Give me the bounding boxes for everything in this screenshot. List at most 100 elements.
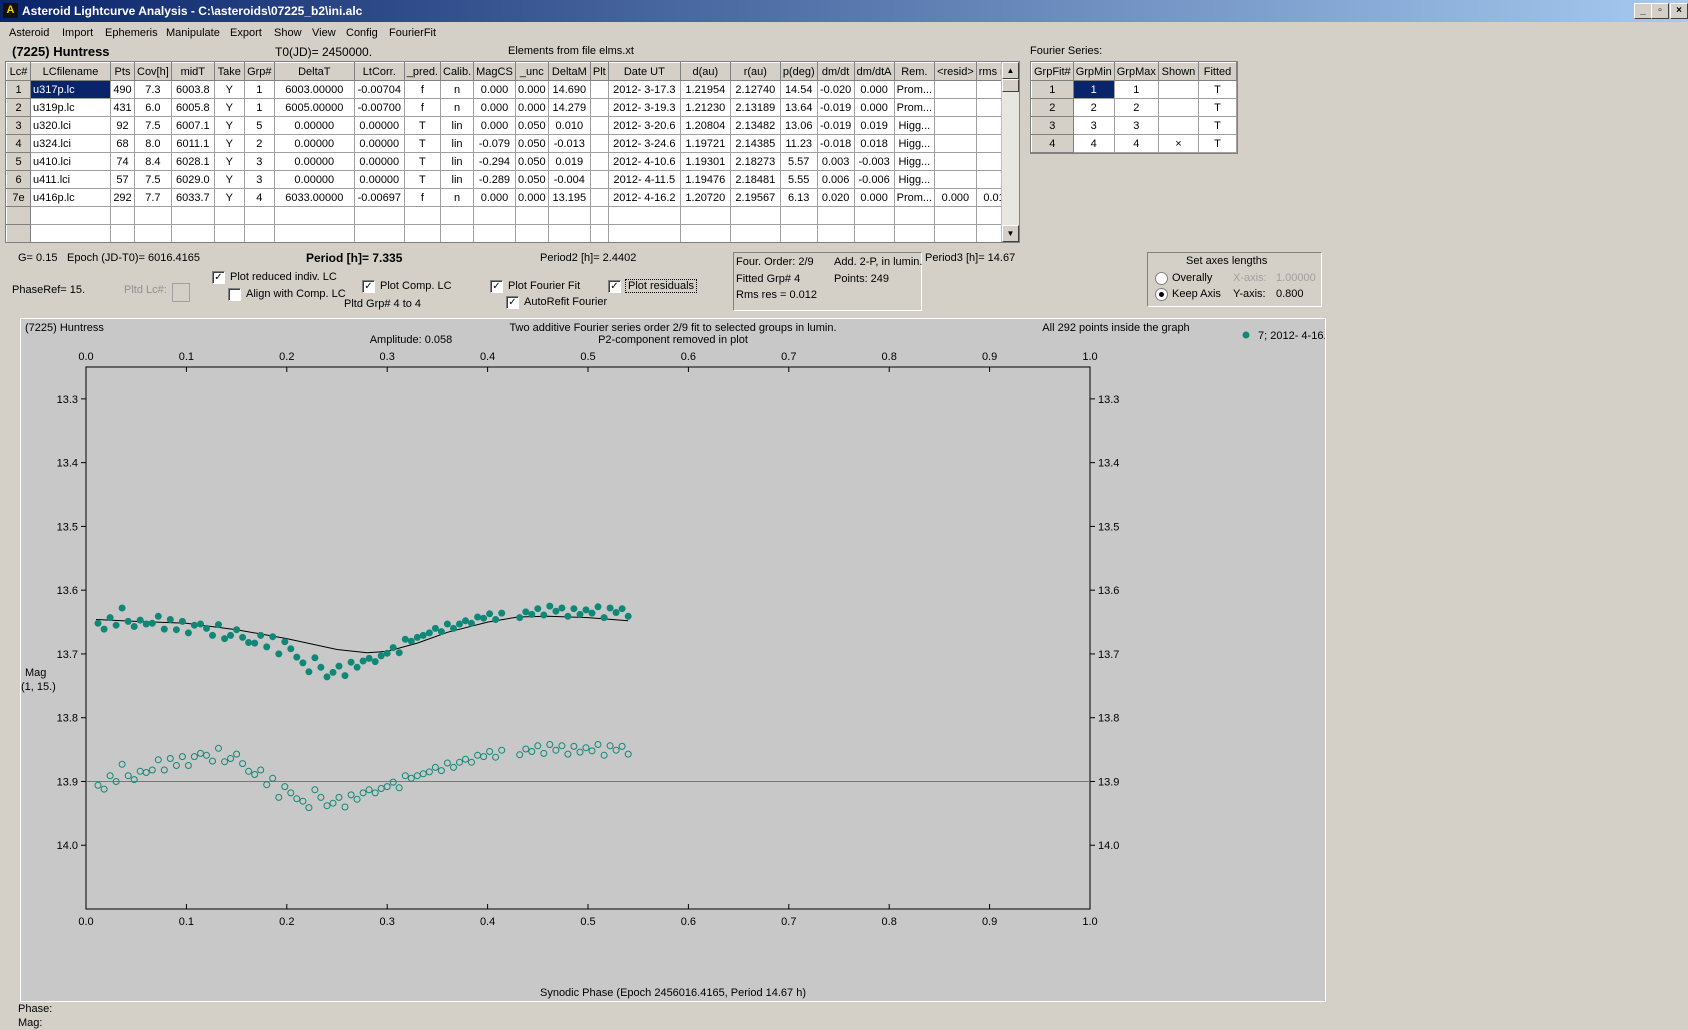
table-cell[interactable]: 6033.7: [170, 188, 215, 207]
table-cell[interactable]: 2012- 3-20.6: [607, 116, 681, 135]
lc-column-header[interactable]: LCfilename: [30, 62, 111, 81]
table-cell[interactable]: f: [403, 188, 442, 207]
table-cell[interactable]: 0.000: [514, 98, 549, 117]
table-cell[interactable]: 2012- 4-16.2: [607, 188, 681, 207]
table-row[interactable]: 1 u317p.lc 490 7.3 6003.8 Y 1 6003.00000 -0.0070…: [6, 80, 1019, 99]
close-button[interactable]: ×: [1670, 3, 1688, 19]
table-cell[interactable]: Y: [213, 152, 245, 171]
lc-column-header[interactable]: midT: [170, 62, 215, 81]
lc-column-header[interactable]: LtCorr.: [353, 62, 405, 81]
menu-view[interactable]: View: [312, 27, 336, 39]
table-cell[interactable]: 0.00000: [273, 170, 355, 189]
table-cell[interactable]: 6028.1: [170, 152, 215, 171]
fourier-row[interactable]: 222T: [1031, 98, 1237, 117]
table-cell[interactable]: 3: [243, 152, 275, 171]
table-cell[interactable]: 6033.00000: [273, 188, 355, 207]
table-cell[interactable]: [473, 224, 516, 242]
table-cell[interactable]: -0.006: [853, 170, 895, 189]
table-cell[interactable]: Higg...: [893, 134, 936, 153]
table-cell[interactable]: [170, 224, 215, 242]
table-cell[interactable]: 0.018: [853, 134, 895, 153]
table-cell[interactable]: f: [403, 98, 442, 117]
y-axis-value[interactable]: 0.800: [1276, 288, 1304, 300]
table-cell[interactable]: ×: [1157, 134, 1200, 153]
table-cell[interactable]: 490: [110, 80, 135, 99]
fourier-column-header[interactable]: GrpFit#: [1031, 62, 1074, 81]
table-row[interactable]: [6, 206, 1019, 225]
table-row[interactable]: [6, 224, 1019, 242]
table-cell[interactable]: 1.20720: [679, 188, 731, 207]
table-cell[interactable]: Higg...: [893, 116, 936, 135]
table-cell[interactable]: 2.19567: [729, 188, 781, 207]
table-cell[interactable]: [729, 206, 781, 225]
table-cell[interactable]: [934, 98, 977, 117]
pltd-lc-spinner[interactable]: [172, 283, 190, 302]
table-cell[interactable]: [934, 134, 977, 153]
table-cell[interactable]: u411.lci: [30, 170, 111, 189]
table-cell[interactable]: -0.079: [473, 134, 516, 153]
table-cell[interactable]: 2.12740: [729, 80, 781, 99]
lc-column-header[interactable]: DeltaM: [547, 62, 591, 81]
table-cell[interactable]: [514, 224, 549, 242]
menu-export[interactable]: Export: [230, 27, 262, 39]
fourier-row[interactable]: 111T: [1031, 80, 1237, 99]
table-cell[interactable]: [273, 224, 355, 242]
table-row[interactable]: 7e u416p.lc 292 7.7 6033.7 Y 4 6033.00000 -0.006…: [6, 188, 1019, 207]
table-cell[interactable]: T: [403, 134, 442, 153]
table-cell[interactable]: 6029.0: [170, 170, 215, 189]
table-cell[interactable]: 0.000: [473, 116, 516, 135]
table-cell[interactable]: 3: [243, 170, 275, 189]
table-cell[interactable]: [514, 206, 549, 225]
lc-column-header[interactable]: <resid>: [934, 62, 977, 81]
table-cell[interactable]: [403, 206, 442, 225]
table-cell[interactable]: n: [439, 80, 475, 99]
table-cell[interactable]: T: [403, 116, 442, 135]
table-cell[interactable]: 0.050: [514, 170, 549, 189]
maximize-button[interactable]: ▫: [1651, 3, 1669, 19]
table-cell[interactable]: 0.019: [853, 116, 895, 135]
lightcurve-plot[interactable]: (7225) Huntress Two additive Fourier ser…: [20, 318, 1333, 1002]
table-cell[interactable]: 1.21954: [679, 80, 731, 99]
table-cell[interactable]: 1: [1072, 80, 1115, 99]
row-header[interactable]: 7e: [6, 188, 31, 207]
table-cell[interactable]: u324.lci: [30, 134, 111, 153]
lc-column-header[interactable]: dm/dtA: [853, 62, 895, 81]
table-cell[interactable]: [1157, 80, 1200, 99]
table-cell[interactable]: u320.lci: [30, 116, 111, 135]
table-cell[interactable]: 0.000: [853, 80, 895, 99]
table-cell[interactable]: Y: [213, 170, 245, 189]
table-cell[interactable]: 2012- 3-19.3: [607, 98, 681, 117]
table-cell[interactable]: Higg...: [893, 152, 936, 171]
table-cell[interactable]: [934, 116, 977, 135]
scroll-down-icon[interactable]: ▼: [1002, 225, 1019, 242]
table-cell[interactable]: [30, 206, 111, 225]
table-cell[interactable]: 1.21230: [679, 98, 731, 117]
table-row[interactable]: 5 u410.lci 74 8.4 6028.1 Y 3 0.00000 0.00000 Tlin…: [6, 152, 1019, 171]
table-cell[interactable]: 6007.1: [170, 116, 215, 135]
row-header[interactable]: 1: [1031, 80, 1074, 99]
table-cell[interactable]: 6005.8: [170, 98, 215, 117]
row-header[interactable]: 6: [6, 170, 31, 189]
table-cell[interactable]: -0.00700: [353, 98, 405, 117]
table-cell[interactable]: 5.57: [779, 152, 818, 171]
table-cell[interactable]: 0.019: [547, 152, 591, 171]
table-cell[interactable]: T: [1198, 134, 1237, 153]
table-cell[interactable]: 0.000: [853, 188, 895, 207]
lc-column-header[interactable]: r(au): [729, 62, 781, 81]
table-cell[interactable]: 92: [110, 116, 135, 135]
fourier-column-header[interactable]: GrpMax: [1113, 62, 1159, 81]
menu-import[interactable]: Import: [62, 27, 93, 39]
overally-radio[interactable]: [1155, 272, 1168, 285]
table-cell[interactable]: 2012- 4-11.5: [607, 170, 681, 189]
table-cell[interactable]: 0.000: [514, 80, 549, 99]
table-cell[interactable]: 0.020: [816, 188, 855, 207]
table-cell[interactable]: T: [403, 170, 442, 189]
lc-column-header[interactable]: Take: [213, 62, 245, 81]
autorefit-checkbox[interactable]: ✓: [506, 296, 519, 309]
table-cell[interactable]: 2.18481: [729, 170, 781, 189]
minimize-button[interactable]: _: [1634, 3, 1652, 19]
row-header[interactable]: 3: [6, 116, 31, 135]
table-cell[interactable]: T: [403, 152, 442, 171]
row-header[interactable]: 5: [6, 152, 31, 171]
table-cell[interactable]: 13.06: [779, 116, 818, 135]
